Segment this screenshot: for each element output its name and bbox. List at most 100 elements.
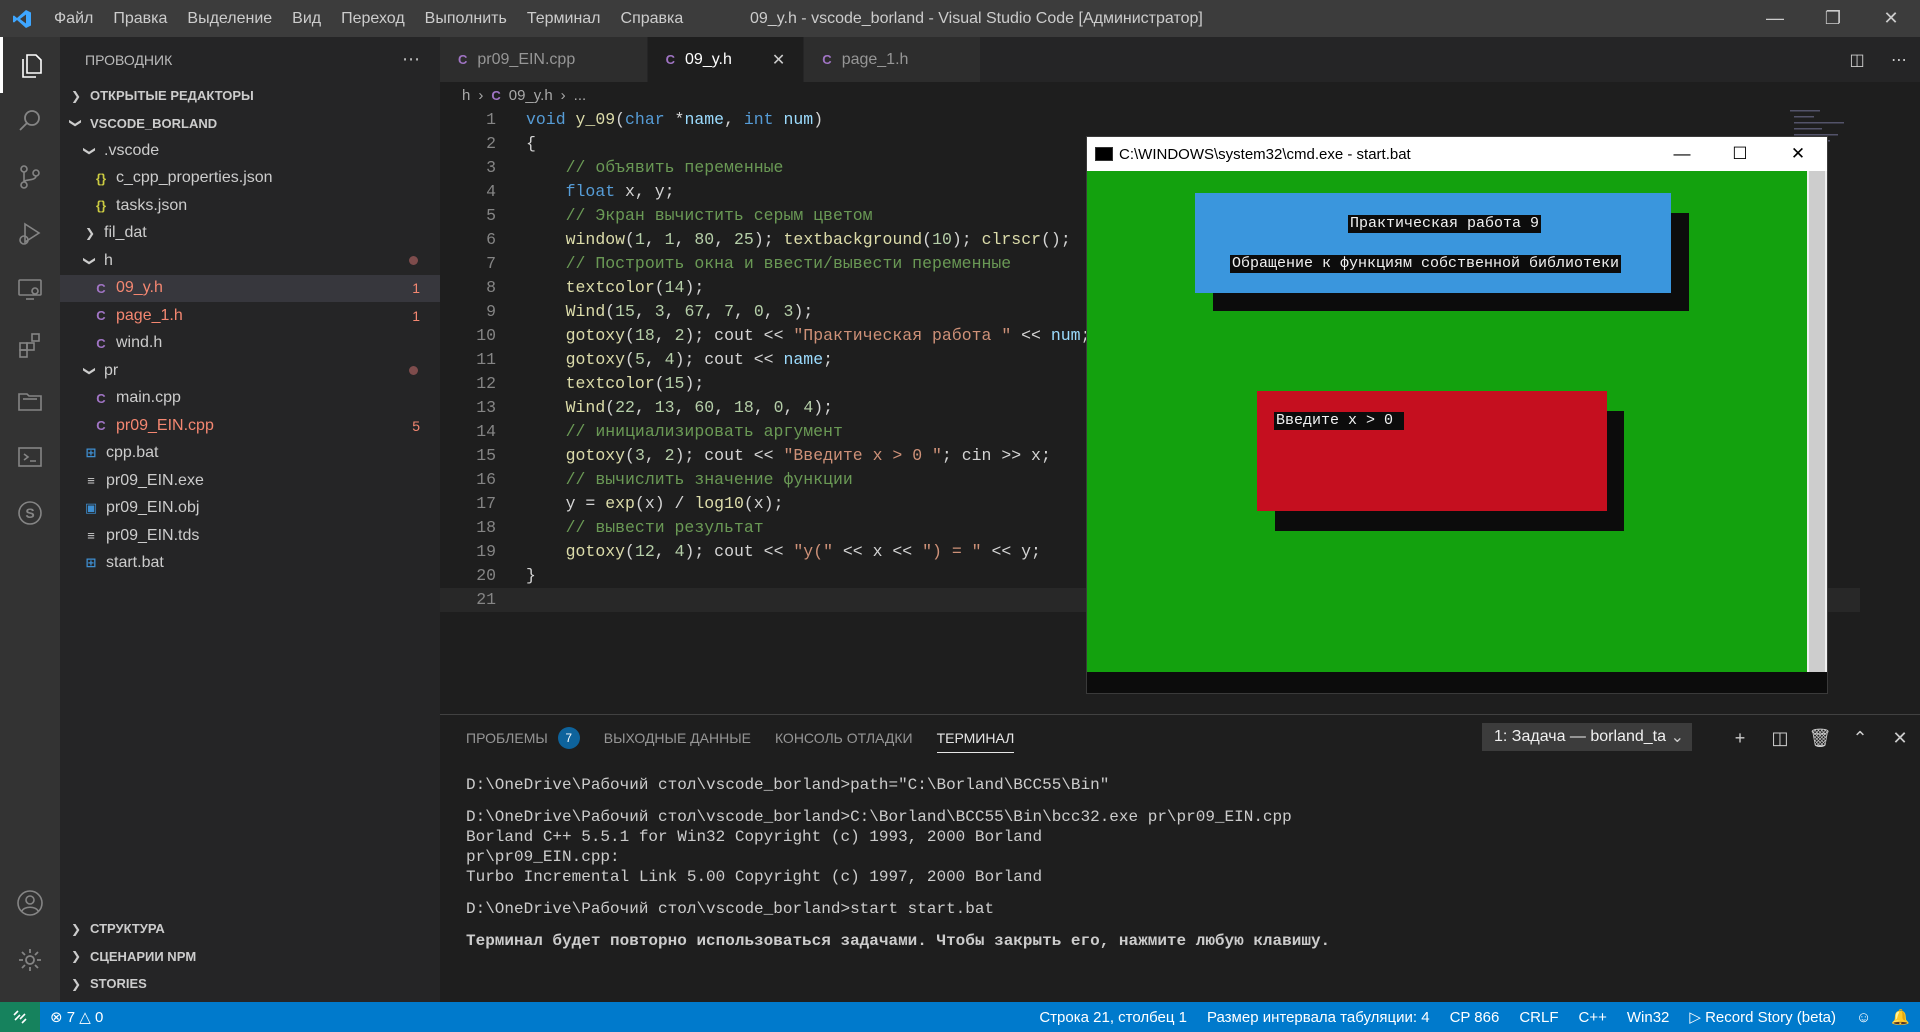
menu-item[interactable]: Выполнить xyxy=(415,0,517,37)
record-story[interactable]: ▷ Record Story (beta) xyxy=(1679,1008,1846,1026)
tree-item[interactable]: Cpr09_EIN.cpp 5 xyxy=(60,412,440,440)
menu-item[interactable]: Терминал xyxy=(517,0,611,37)
run-debug-icon[interactable] xyxy=(0,205,60,261)
terminal-icon[interactable] xyxy=(0,429,60,485)
tree-item[interactable]: ❯ h xyxy=(60,247,440,275)
menu-item[interactable]: Справка xyxy=(611,0,694,37)
bell-icon[interactable]: 🔔 xyxy=(1881,1008,1920,1026)
npm-scripts-section[interactable]: ❯ СЦЕНАРИИ NPM xyxy=(60,943,440,971)
terminal-select[interactable]: 1: Задача — borland_ta ⌄ xyxy=(1482,723,1692,751)
code-token: void xyxy=(526,110,566,129)
tree-item[interactable]: C 09_y.h 1 xyxy=(60,274,440,302)
source-control-icon[interactable] xyxy=(0,149,60,205)
close-panel-icon[interactable]: ✕ xyxy=(1880,728,1920,749)
tab-debug-console[interactable]: КОНСОЛЬ ОТЛАДКИ xyxy=(775,715,913,761)
search-icon[interactable] xyxy=(0,93,60,149)
tree-item[interactable]: ⊞ cpp.bat xyxy=(60,440,440,468)
cmd-window[interactable]: C:\WINDOWS\system32\cmd.exe - start.bat … xyxy=(1086,136,1828,694)
problems-status[interactable]: ⊗ 7 △ 0 xyxy=(40,1008,113,1026)
error-dot-icon xyxy=(409,256,418,266)
code-text: gotoxy(3, 2); cout << "Введите x > 0 "; … xyxy=(526,444,1051,468)
menu-item[interactable]: Переход xyxy=(331,0,415,37)
end-of-line[interactable]: CRLF xyxy=(1509,1009,1568,1026)
account-icon[interactable] xyxy=(0,875,60,931)
tree-item[interactable]: ❯ .vscode xyxy=(60,137,440,165)
cpp-config[interactable]: Win32 xyxy=(1617,1009,1680,1026)
tree-item[interactable]: ❯ fil_dat xyxy=(60,220,440,248)
code-token: 4 xyxy=(674,542,685,561)
tree-item[interactable]: ≡ pr09_EIN.exe xyxy=(60,467,440,495)
code-text: gotoxy(12, 4); cout << "y(" << x << ") =… xyxy=(526,540,1041,564)
tree-item[interactable]: ▣ pr09_EIN.obj xyxy=(60,495,440,523)
maximize-icon[interactable]: ☐ xyxy=(1711,137,1769,171)
tab-terminal[interactable]: ТЕРМИНАЛ xyxy=(936,723,1015,753)
code-text: // Построить окна и ввести/вывести перем… xyxy=(526,252,1012,276)
tree-item[interactable]: ⊞ start.bat xyxy=(60,550,440,578)
close-icon[interactable]: ✕ xyxy=(772,50,785,70)
workspace-section[interactable]: ❯ VSCODE_BORLAND xyxy=(60,110,440,138)
cmd-prompt[interactable]: Введите x > 0 xyxy=(1274,412,1405,430)
trash-icon[interactable]: 🗑 xyxy=(1800,728,1840,749)
split-terminal-icon[interactable]: ◫ xyxy=(1760,728,1800,749)
more-actions-icon[interactable]: ⋯ xyxy=(402,49,420,70)
tab-09-y-h[interactable]: C 09_y.h ✕ xyxy=(647,37,805,82)
scrollbar-thumb[interactable] xyxy=(1809,171,1825,672)
terminal-output[interactable]: D:\OneDrive\Рабочий стол\vscode_borland>… xyxy=(466,775,1906,951)
tree-item[interactable]: ≡ pr09_EIN.tds xyxy=(60,522,440,550)
tree-item[interactable]: Cwind.h xyxy=(60,330,440,358)
more-actions-icon[interactable]: ⋯ xyxy=(1878,50,1920,70)
stories-icon[interactable]: S xyxy=(0,485,60,541)
tab-pr09-ein-cpp[interactable]: C pr09_EIN.cpp ✕ xyxy=(440,37,648,82)
tab-output[interactable]: ВЫХОДНЫЕ ДАННЫЕ xyxy=(604,715,751,761)
tree-item[interactable]: ❯ pr xyxy=(60,357,440,385)
line-number: 14 xyxy=(476,422,496,441)
menu-item[interactable]: Выделение xyxy=(177,0,282,37)
gear-icon[interactable] xyxy=(0,932,60,988)
tab-size[interactable]: Размер интервала табуляции: 4 xyxy=(1197,1009,1440,1026)
remote-icon[interactable] xyxy=(0,1002,40,1032)
minimize-icon[interactable]: — xyxy=(1746,0,1804,37)
c-file-icon: C xyxy=(96,308,106,324)
breadcrumb-symbol[interactable]: ... xyxy=(574,87,587,104)
menu-item[interactable]: Вид xyxy=(282,0,331,37)
menu-item[interactable]: Файл xyxy=(44,0,103,37)
close-icon[interactable]: ✕ xyxy=(1862,0,1920,37)
tree-item[interactable]: {} tasks.json xyxy=(60,192,440,220)
cmd-title-bar[interactable]: C:\WINDOWS\system32\cmd.exe - start.bat … xyxy=(1087,137,1827,171)
extensions-icon[interactable] xyxy=(0,317,60,373)
add-terminal-icon[interactable]: + xyxy=(1720,728,1760,749)
minimize-icon[interactable]: — xyxy=(1653,137,1711,171)
encoding[interactable]: CP 866 xyxy=(1440,1009,1510,1026)
warning-count: 0 xyxy=(94,1009,104,1026)
tree-item[interactable]: Cmain.cpp xyxy=(60,385,440,413)
cmd-scrollbar[interactable] xyxy=(1807,171,1827,672)
tree-item[interactable]: {} c_cpp_properties.json xyxy=(60,165,440,193)
breadcrumb-folder[interactable]: h xyxy=(462,87,470,104)
cursor-position[interactable]: Строка 21, столбец 1 xyxy=(1029,1009,1197,1026)
feedback-icon[interactable]: ☺ xyxy=(1846,1009,1881,1026)
project-manager-icon[interactable] xyxy=(0,373,60,429)
code-token: char xyxy=(625,110,665,129)
restore-icon[interactable]: ❐ xyxy=(1804,0,1862,37)
maximize-panel-icon[interactable]: ⌃ xyxy=(1840,728,1880,749)
line-number: 11 xyxy=(476,350,496,369)
tree-item[interactable]: Cpage_1.h 1 xyxy=(60,302,440,330)
close-icon[interactable]: ✕ xyxy=(1769,137,1827,171)
terminal-line: Turbo Incremental Link 5.00 Copyright (c… xyxy=(466,868,1043,886)
menu-item[interactable]: Правка xyxy=(103,0,177,37)
outline-section[interactable]: ❯ СТРУКТУРА xyxy=(60,915,440,943)
explorer-icon[interactable] xyxy=(0,37,60,93)
split-editor-icon[interactable]: ◫ xyxy=(1836,50,1878,70)
remote-explorer-icon[interactable] xyxy=(0,261,60,317)
stories-section[interactable]: ❯ STORIES xyxy=(60,970,440,998)
tab-label: pr09_EIN.cpp xyxy=(477,50,576,68)
cmd-screen[interactable]: Практическая работа 9 Обращение к функци… xyxy=(1087,171,1809,672)
tab-problems[interactable]: ПРОБЛЕМЫ 7 xyxy=(466,715,580,761)
tab-page-1-h[interactable]: C page_1.h ✕ xyxy=(804,37,981,82)
activity-bar: S xyxy=(0,37,60,1002)
language-mode[interactable]: C++ xyxy=(1569,1009,1617,1026)
open-editors-section[interactable]: ❯ ОТКРЫТЫЕ РЕДАКТОРЫ xyxy=(60,82,440,110)
code-token: // вычислить значение функции xyxy=(565,470,853,489)
breadcrumb-file[interactable]: 09_y.h xyxy=(509,87,553,104)
